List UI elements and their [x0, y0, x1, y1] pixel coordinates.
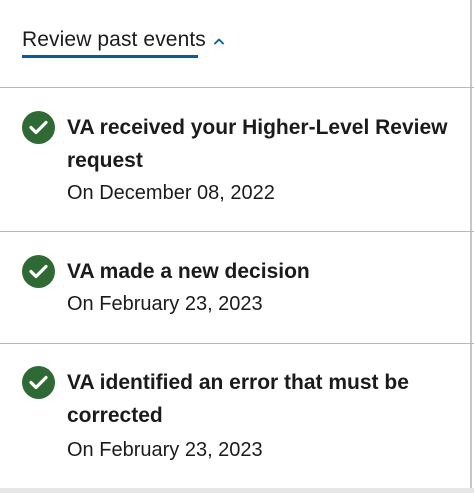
- scroll-edge: [470, 0, 472, 493]
- check-circle-icon: [22, 366, 55, 399]
- event-date: On February 23, 2023: [67, 439, 263, 461]
- event-date: On December 08, 2022: [67, 182, 275, 204]
- check-circle-icon: [22, 111, 55, 144]
- check-circle-icon: [22, 255, 55, 288]
- review-past-events-toggle[interactable]: Review past events: [22, 28, 224, 52]
- event-item: VA made a new decision On February 23, 2…: [0, 232, 470, 343]
- event-item: VA identified an error that must be corr…: [0, 344, 470, 488]
- event-title: VA made a new decision: [67, 260, 310, 283]
- event-title: VA received your Higher-Level Review req…: [67, 116, 448, 172]
- toggle-underline: [22, 55, 198, 58]
- bottom-divider: [0, 488, 474, 493]
- chevron-up-icon: [213, 38, 224, 45]
- review-past-events-label: Review past events: [22, 28, 206, 51]
- event-date: On February 23, 2023: [67, 293, 263, 315]
- event-item: VA received your Higher-Level Review req…: [0, 88, 470, 231]
- event-title: VA identified an error that must be corr…: [67, 371, 409, 427]
